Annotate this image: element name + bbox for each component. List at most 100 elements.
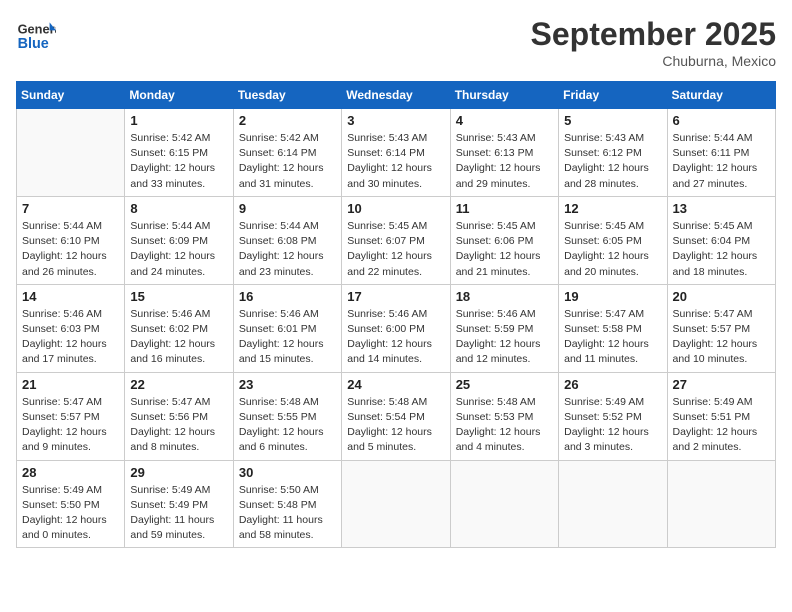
- title-block: September 2025 Chuburna, Mexico: [531, 16, 776, 69]
- day-number: 13: [673, 201, 770, 216]
- calendar-cell: 11 Sunrise: 5:45 AMSunset: 6:06 PMDayligh…: [450, 196, 558, 284]
- calendar-week-row: 14Sunrise: 5:46 AMSunset: 6:03 PMDayligh…: [17, 284, 776, 372]
- day-number: 25: [456, 377, 553, 392]
- calendar-cell: 29Sunrise: 5:49 AMSunset: 5:49 PMDayligh…: [125, 460, 233, 548]
- day-number: 22: [130, 377, 227, 392]
- calendar-cell: 1 Sunrise: 5:42 AMSunset: 6:15 PMDaylight…: [125, 109, 233, 197]
- day-info: Sunrise: 5:42 AMSunset: 6:14 PMDaylight:…: [239, 131, 336, 192]
- calendar-cell: 7 Sunrise: 5:44 AMSunset: 6:10 PMDaylight…: [17, 196, 125, 284]
- day-number: 20: [673, 289, 770, 304]
- calendar-cell: 22 Sunrise: 5:47 AMSunset: 5:56 PMDayligh…: [125, 372, 233, 460]
- day-number: 3: [347, 113, 444, 128]
- day-number: 24: [347, 377, 444, 392]
- day-number: 4: [456, 113, 553, 128]
- calendar-cell: 23Sunrise: 5:48 AMSunset: 5:55 PMDayligh…: [233, 372, 341, 460]
- weekday-header-saturday: Saturday: [667, 82, 775, 109]
- calendar-cell: 20 Sunrise: 5:47 AMSunset: 5:57 PMDayligh…: [667, 284, 775, 372]
- day-number: 8: [130, 201, 227, 216]
- weekday-header-tuesday: Tuesday: [233, 82, 341, 109]
- day-info: Sunrise: 5:45 AMSunset: 6:05 PMDaylight:…: [564, 219, 661, 280]
- calendar-cell: 13 Sunrise: 5:45 AMSunset: 6:04 PMDayligh…: [667, 196, 775, 284]
- location-subtitle: Chuburna, Mexico: [531, 53, 776, 69]
- day-info: Sunrise: 5:46 AMSunset: 6:00 PMDaylight:…: [347, 307, 444, 368]
- weekday-header-monday: Monday: [125, 82, 233, 109]
- day-info: Sunrise: 5:48 AMSunset: 5:53 PMDaylight:…: [456, 395, 553, 456]
- day-info: Sunrise: 5:44 AMSunset: 6:10 PMDaylight:…: [22, 219, 119, 280]
- day-number: 12: [564, 201, 661, 216]
- calendar-week-row: 7 Sunrise: 5:44 AMSunset: 6:10 PMDaylight…: [17, 196, 776, 284]
- calendar-cell: 27Sunrise: 5:49 AMSunset: 5:51 PMDayligh…: [667, 372, 775, 460]
- day-number: 16: [239, 289, 336, 304]
- day-info: Sunrise: 5:47 AMSunset: 5:57 PMDaylight:…: [22, 395, 119, 456]
- day-info: Sunrise: 5:49 AMSunset: 5:51 PMDaylight:…: [673, 395, 770, 456]
- day-info: Sunrise: 5:48 AMSunset: 5:54 PMDaylight:…: [347, 395, 444, 456]
- day-number: 21: [22, 377, 119, 392]
- day-info: Sunrise: 5:46 AMSunset: 6:01 PMDaylight:…: [239, 307, 336, 368]
- month-title: September 2025: [531, 16, 776, 53]
- day-info: Sunrise: 5:47 AMSunset: 5:58 PMDaylight:…: [564, 307, 661, 368]
- calendar-cell: 19 Sunrise: 5:47 AMSunset: 5:58 PMDayligh…: [559, 284, 667, 372]
- calendar-cell: 28 Sunrise: 5:49 AMSunset: 5:50 PMDayligh…: [17, 460, 125, 548]
- day-info: Sunrise: 5:43 AMSunset: 6:14 PMDaylight:…: [347, 131, 444, 192]
- calendar-week-row: 1 Sunrise: 5:42 AMSunset: 6:15 PMDaylight…: [17, 109, 776, 197]
- day-info: Sunrise: 5:49 AMSunset: 5:52 PMDaylight:…: [564, 395, 661, 456]
- day-info: Sunrise: 5:42 AMSunset: 6:15 PMDaylight:…: [130, 131, 227, 192]
- calendar-cell: 10 Sunrise: 5:45 AMSunset: 6:07 PMDayligh…: [342, 196, 450, 284]
- calendar-cell: 30Sunrise: 5:50 AMSunset: 5:48 PMDayligh…: [233, 460, 341, 548]
- calendar-cell: [559, 460, 667, 548]
- day-info: Sunrise: 5:45 AMSunset: 6:07 PMDaylight:…: [347, 219, 444, 280]
- day-info: Sunrise: 5:49 AMSunset: 5:50 PMDaylight:…: [22, 483, 119, 544]
- day-info: Sunrise: 5:47 AMSunset: 5:56 PMDaylight:…: [130, 395, 227, 456]
- day-number: 10: [347, 201, 444, 216]
- weekday-header-wednesday: Wednesday: [342, 82, 450, 109]
- calendar-cell: 17 Sunrise: 5:46 AMSunset: 6:00 PMDayligh…: [342, 284, 450, 372]
- day-number: 6: [673, 113, 770, 128]
- day-number: 2: [239, 113, 336, 128]
- calendar-cell: 12 Sunrise: 5:45 AMSunset: 6:05 PMDayligh…: [559, 196, 667, 284]
- calendar-header-row: SundayMondayTuesdayWednesdayThursdayFrid…: [17, 82, 776, 109]
- logo: General Blue: [16, 16, 60, 56]
- day-info: Sunrise: 5:45 AMSunset: 6:06 PMDaylight:…: [456, 219, 553, 280]
- calendar-cell: [450, 460, 558, 548]
- svg-text:Blue: Blue: [18, 36, 49, 52]
- calendar-cell: 6 Sunrise: 5:44 AMSunset: 6:11 PMDaylight…: [667, 109, 775, 197]
- day-info: Sunrise: 5:44 AMSunset: 6:08 PMDaylight:…: [239, 219, 336, 280]
- day-number: 17: [347, 289, 444, 304]
- day-info: Sunrise: 5:46 AMSunset: 5:59 PMDaylight:…: [456, 307, 553, 368]
- day-info: Sunrise: 5:44 AMSunset: 6:11 PMDaylight:…: [673, 131, 770, 192]
- calendar-cell: 3 Sunrise: 5:43 AMSunset: 6:14 PMDaylight…: [342, 109, 450, 197]
- calendar-week-row: 28 Sunrise: 5:49 AMSunset: 5:50 PMDayligh…: [17, 460, 776, 548]
- page-header: General Blue September 2025 Chuburna, Me…: [16, 16, 776, 69]
- day-info: Sunrise: 5:43 AMSunset: 6:13 PMDaylight:…: [456, 131, 553, 192]
- day-number: 7: [22, 201, 119, 216]
- calendar-cell: [342, 460, 450, 548]
- calendar-cell: 14Sunrise: 5:46 AMSunset: 6:03 PMDayligh…: [17, 284, 125, 372]
- day-number: 19: [564, 289, 661, 304]
- day-info: Sunrise: 5:43 AMSunset: 6:12 PMDaylight:…: [564, 131, 661, 192]
- day-number: 18: [456, 289, 553, 304]
- day-number: 28: [22, 465, 119, 480]
- calendar-cell: 25 Sunrise: 5:48 AMSunset: 5:53 PMDayligh…: [450, 372, 558, 460]
- day-info: Sunrise: 5:47 AMSunset: 5:57 PMDaylight:…: [673, 307, 770, 368]
- day-number: 26: [564, 377, 661, 392]
- calendar-cell: 8Sunrise: 5:44 AMSunset: 6:09 PMDaylight…: [125, 196, 233, 284]
- calendar-cell: 16 Sunrise: 5:46 AMSunset: 6:01 PMDayligh…: [233, 284, 341, 372]
- calendar-table: SundayMondayTuesdayWednesdayThursdayFrid…: [16, 81, 776, 548]
- day-info: Sunrise: 5:48 AMSunset: 5:55 PMDaylight:…: [239, 395, 336, 456]
- day-number: 5: [564, 113, 661, 128]
- calendar-cell: 21 Sunrise: 5:47 AMSunset: 5:57 PMDayligh…: [17, 372, 125, 460]
- day-info: Sunrise: 5:45 AMSunset: 6:04 PMDaylight:…: [673, 219, 770, 280]
- day-info: Sunrise: 5:46 AMSunset: 6:03 PMDaylight:…: [22, 307, 119, 368]
- weekday-header-friday: Friday: [559, 82, 667, 109]
- calendar-cell: 18 Sunrise: 5:46 AMSunset: 5:59 PMDayligh…: [450, 284, 558, 372]
- calendar-cell: 26 Sunrise: 5:49 AMSunset: 5:52 PMDayligh…: [559, 372, 667, 460]
- day-number: 11: [456, 201, 553, 216]
- day-info: Sunrise: 5:50 AMSunset: 5:48 PMDaylight:…: [239, 483, 336, 544]
- calendar-cell: 15Sunrise: 5:46 AMSunset: 6:02 PMDayligh…: [125, 284, 233, 372]
- calendar-cell: [17, 109, 125, 197]
- calendar-cell: 4 Sunrise: 5:43 AMSunset: 6:13 PMDaylight…: [450, 109, 558, 197]
- calendar-cell: 9Sunrise: 5:44 AMSunset: 6:08 PMDaylight…: [233, 196, 341, 284]
- calendar-cell: [667, 460, 775, 548]
- calendar-cell: 2 Sunrise: 5:42 AMSunset: 6:14 PMDaylight…: [233, 109, 341, 197]
- day-number: 1: [130, 113, 227, 128]
